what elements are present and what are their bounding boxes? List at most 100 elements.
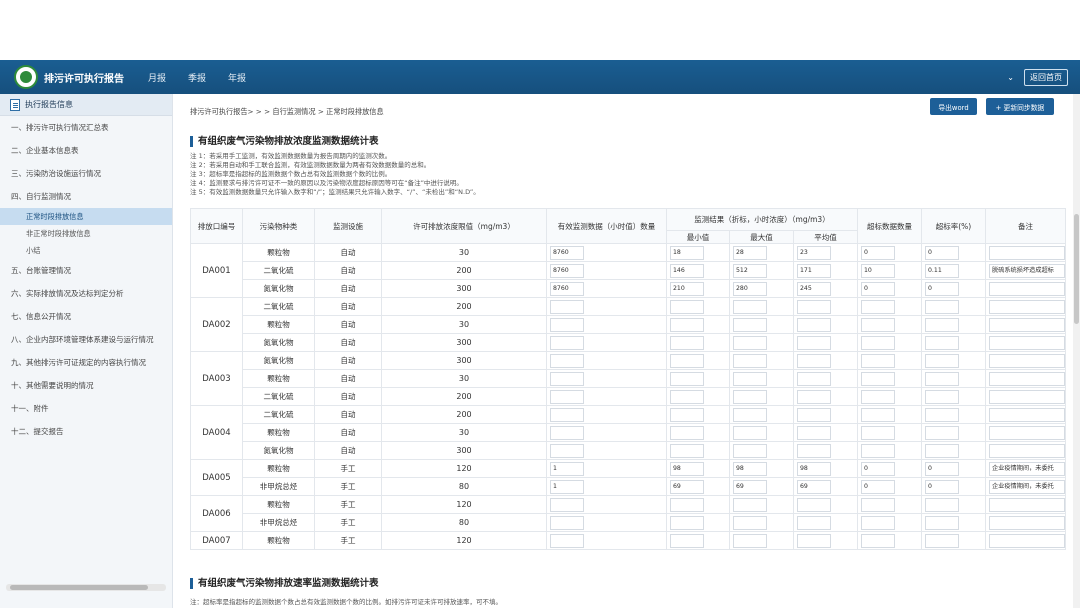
min-input[interactable] bbox=[670, 443, 704, 458]
avg-input[interactable]: 171 bbox=[797, 263, 831, 278]
rate-input[interactable] bbox=[925, 443, 959, 458]
avg-input[interactable] bbox=[797, 425, 831, 440]
sidebar-item[interactable]: 四、自行监测情况 bbox=[0, 185, 172, 208]
valid-input[interactable] bbox=[550, 425, 584, 440]
max-input[interactable] bbox=[733, 497, 767, 512]
remark-input[interactable] bbox=[989, 299, 1065, 314]
exceed-input[interactable]: 0 bbox=[861, 461, 895, 476]
rate-input[interactable] bbox=[925, 299, 959, 314]
valid-input[interactable]: 8760 bbox=[550, 263, 584, 278]
exceed-input[interactable] bbox=[861, 443, 895, 458]
valid-input[interactable]: 8760 bbox=[550, 245, 584, 260]
rate-input[interactable]: 0.11 bbox=[925, 263, 959, 278]
sidebar-subitem[interactable]: 小结 bbox=[0, 242, 172, 259]
rate-input[interactable] bbox=[925, 389, 959, 404]
exceed-input[interactable]: 0 bbox=[861, 281, 895, 296]
rate-input[interactable]: 0 bbox=[925, 479, 959, 494]
remark-input[interactable]: 脱硫系统损坏造成超标 bbox=[989, 263, 1065, 278]
max-input[interactable]: 28 bbox=[733, 245, 767, 260]
min-input[interactable] bbox=[670, 407, 704, 422]
exceed-input[interactable] bbox=[861, 425, 895, 440]
remark-input[interactable] bbox=[989, 497, 1065, 512]
remark-input[interactable] bbox=[989, 443, 1065, 458]
sidebar-item[interactable]: 五、台账管理情况 bbox=[0, 259, 172, 282]
avg-input[interactable] bbox=[797, 497, 831, 512]
sidebar-item[interactable]: 二、企业基本信息表 bbox=[0, 139, 172, 162]
rate-input[interactable] bbox=[925, 515, 959, 530]
avg-input[interactable]: 23 bbox=[797, 245, 831, 260]
vertical-scrollbar[interactable] bbox=[1073, 94, 1080, 608]
min-input[interactable]: 69 bbox=[670, 479, 704, 494]
sidebar-item[interactable]: 十、其他需要说明的情况 bbox=[0, 374, 172, 397]
sidebar-item[interactable]: 八、企业内部环境管理体系建设与运行情况 bbox=[0, 328, 172, 351]
avg-input[interactable] bbox=[797, 317, 831, 332]
valid-input[interactable] bbox=[550, 389, 584, 404]
max-input[interactable]: 98 bbox=[733, 461, 767, 476]
rate-input[interactable]: 0 bbox=[925, 461, 959, 476]
avg-input[interactable] bbox=[797, 353, 831, 368]
avg-input[interactable] bbox=[797, 371, 831, 386]
max-input[interactable] bbox=[733, 335, 767, 350]
nav-monthly[interactable]: 月报 bbox=[148, 71, 166, 84]
rate-input[interactable] bbox=[925, 317, 959, 332]
remark-input[interactable] bbox=[989, 245, 1065, 260]
back-home-button[interactable]: 返回首页 bbox=[1024, 68, 1068, 86]
rate-input[interactable] bbox=[925, 371, 959, 386]
remark-input[interactable] bbox=[989, 335, 1065, 350]
max-input[interactable] bbox=[733, 299, 767, 314]
min-input[interactable] bbox=[670, 317, 704, 332]
avg-input[interactable] bbox=[797, 389, 831, 404]
max-input[interactable] bbox=[733, 533, 767, 548]
rate-input[interactable] bbox=[925, 425, 959, 440]
valid-input[interactable] bbox=[550, 317, 584, 332]
avg-input[interactable] bbox=[797, 515, 831, 530]
valid-input[interactable] bbox=[550, 353, 584, 368]
avg-input[interactable] bbox=[797, 443, 831, 458]
min-input[interactable] bbox=[670, 515, 704, 530]
valid-input[interactable]: 1 bbox=[550, 479, 584, 494]
exceed-input[interactable] bbox=[861, 515, 895, 530]
max-input[interactable] bbox=[733, 515, 767, 530]
exceed-input[interactable] bbox=[861, 371, 895, 386]
rate-input[interactable] bbox=[925, 353, 959, 368]
max-input[interactable]: 69 bbox=[733, 479, 767, 494]
avg-input[interactable] bbox=[797, 533, 831, 548]
nav-annual[interactable]: 年报 bbox=[228, 71, 246, 84]
remark-input[interactable] bbox=[989, 317, 1065, 332]
min-input[interactable] bbox=[670, 335, 704, 350]
min-input[interactable] bbox=[670, 497, 704, 512]
exceed-input[interactable] bbox=[861, 335, 895, 350]
valid-input[interactable]: 8760 bbox=[550, 281, 584, 296]
exceed-input[interactable] bbox=[861, 353, 895, 368]
min-input[interactable] bbox=[670, 371, 704, 386]
remark-input[interactable] bbox=[989, 425, 1065, 440]
sidebar-item[interactable]: 一、排污许可执行情况汇总表 bbox=[0, 116, 172, 139]
max-input[interactable] bbox=[733, 425, 767, 440]
min-input[interactable]: 210 bbox=[670, 281, 704, 296]
avg-input[interactable]: 245 bbox=[797, 281, 831, 296]
remark-input[interactable] bbox=[989, 389, 1065, 404]
min-input[interactable] bbox=[670, 299, 704, 314]
exceed-input[interactable]: 10 bbox=[861, 263, 895, 278]
remark-input[interactable] bbox=[989, 407, 1065, 422]
valid-input[interactable] bbox=[550, 299, 584, 314]
remark-input[interactable] bbox=[989, 515, 1065, 530]
valid-input[interactable] bbox=[550, 407, 584, 422]
exceed-input[interactable] bbox=[861, 407, 895, 422]
max-input[interactable] bbox=[733, 389, 767, 404]
max-input[interactable] bbox=[733, 371, 767, 386]
rate-input[interactable]: 0 bbox=[925, 245, 959, 260]
sidebar-horizontal-scrollbar[interactable] bbox=[6, 584, 166, 591]
sidebar-item[interactable]: 十二、提交报告 bbox=[0, 420, 172, 443]
exceed-input[interactable] bbox=[861, 533, 895, 548]
remark-input[interactable] bbox=[989, 353, 1065, 368]
exceed-input[interactable] bbox=[861, 317, 895, 332]
sidebar-subitem[interactable]: 非正常时段排放信息 bbox=[0, 225, 172, 242]
sidebar-item[interactable]: 三、污染防治设施运行情况 bbox=[0, 162, 172, 185]
exceed-input[interactable]: 0 bbox=[861, 245, 895, 260]
max-input[interactable] bbox=[733, 317, 767, 332]
sidebar-title[interactable]: 执行报告信息 bbox=[0, 94, 172, 116]
min-input[interactable]: 18 bbox=[670, 245, 704, 260]
remark-input[interactable]: 企业疫情期间，未委托 bbox=[989, 479, 1065, 494]
rate-input[interactable] bbox=[925, 407, 959, 422]
